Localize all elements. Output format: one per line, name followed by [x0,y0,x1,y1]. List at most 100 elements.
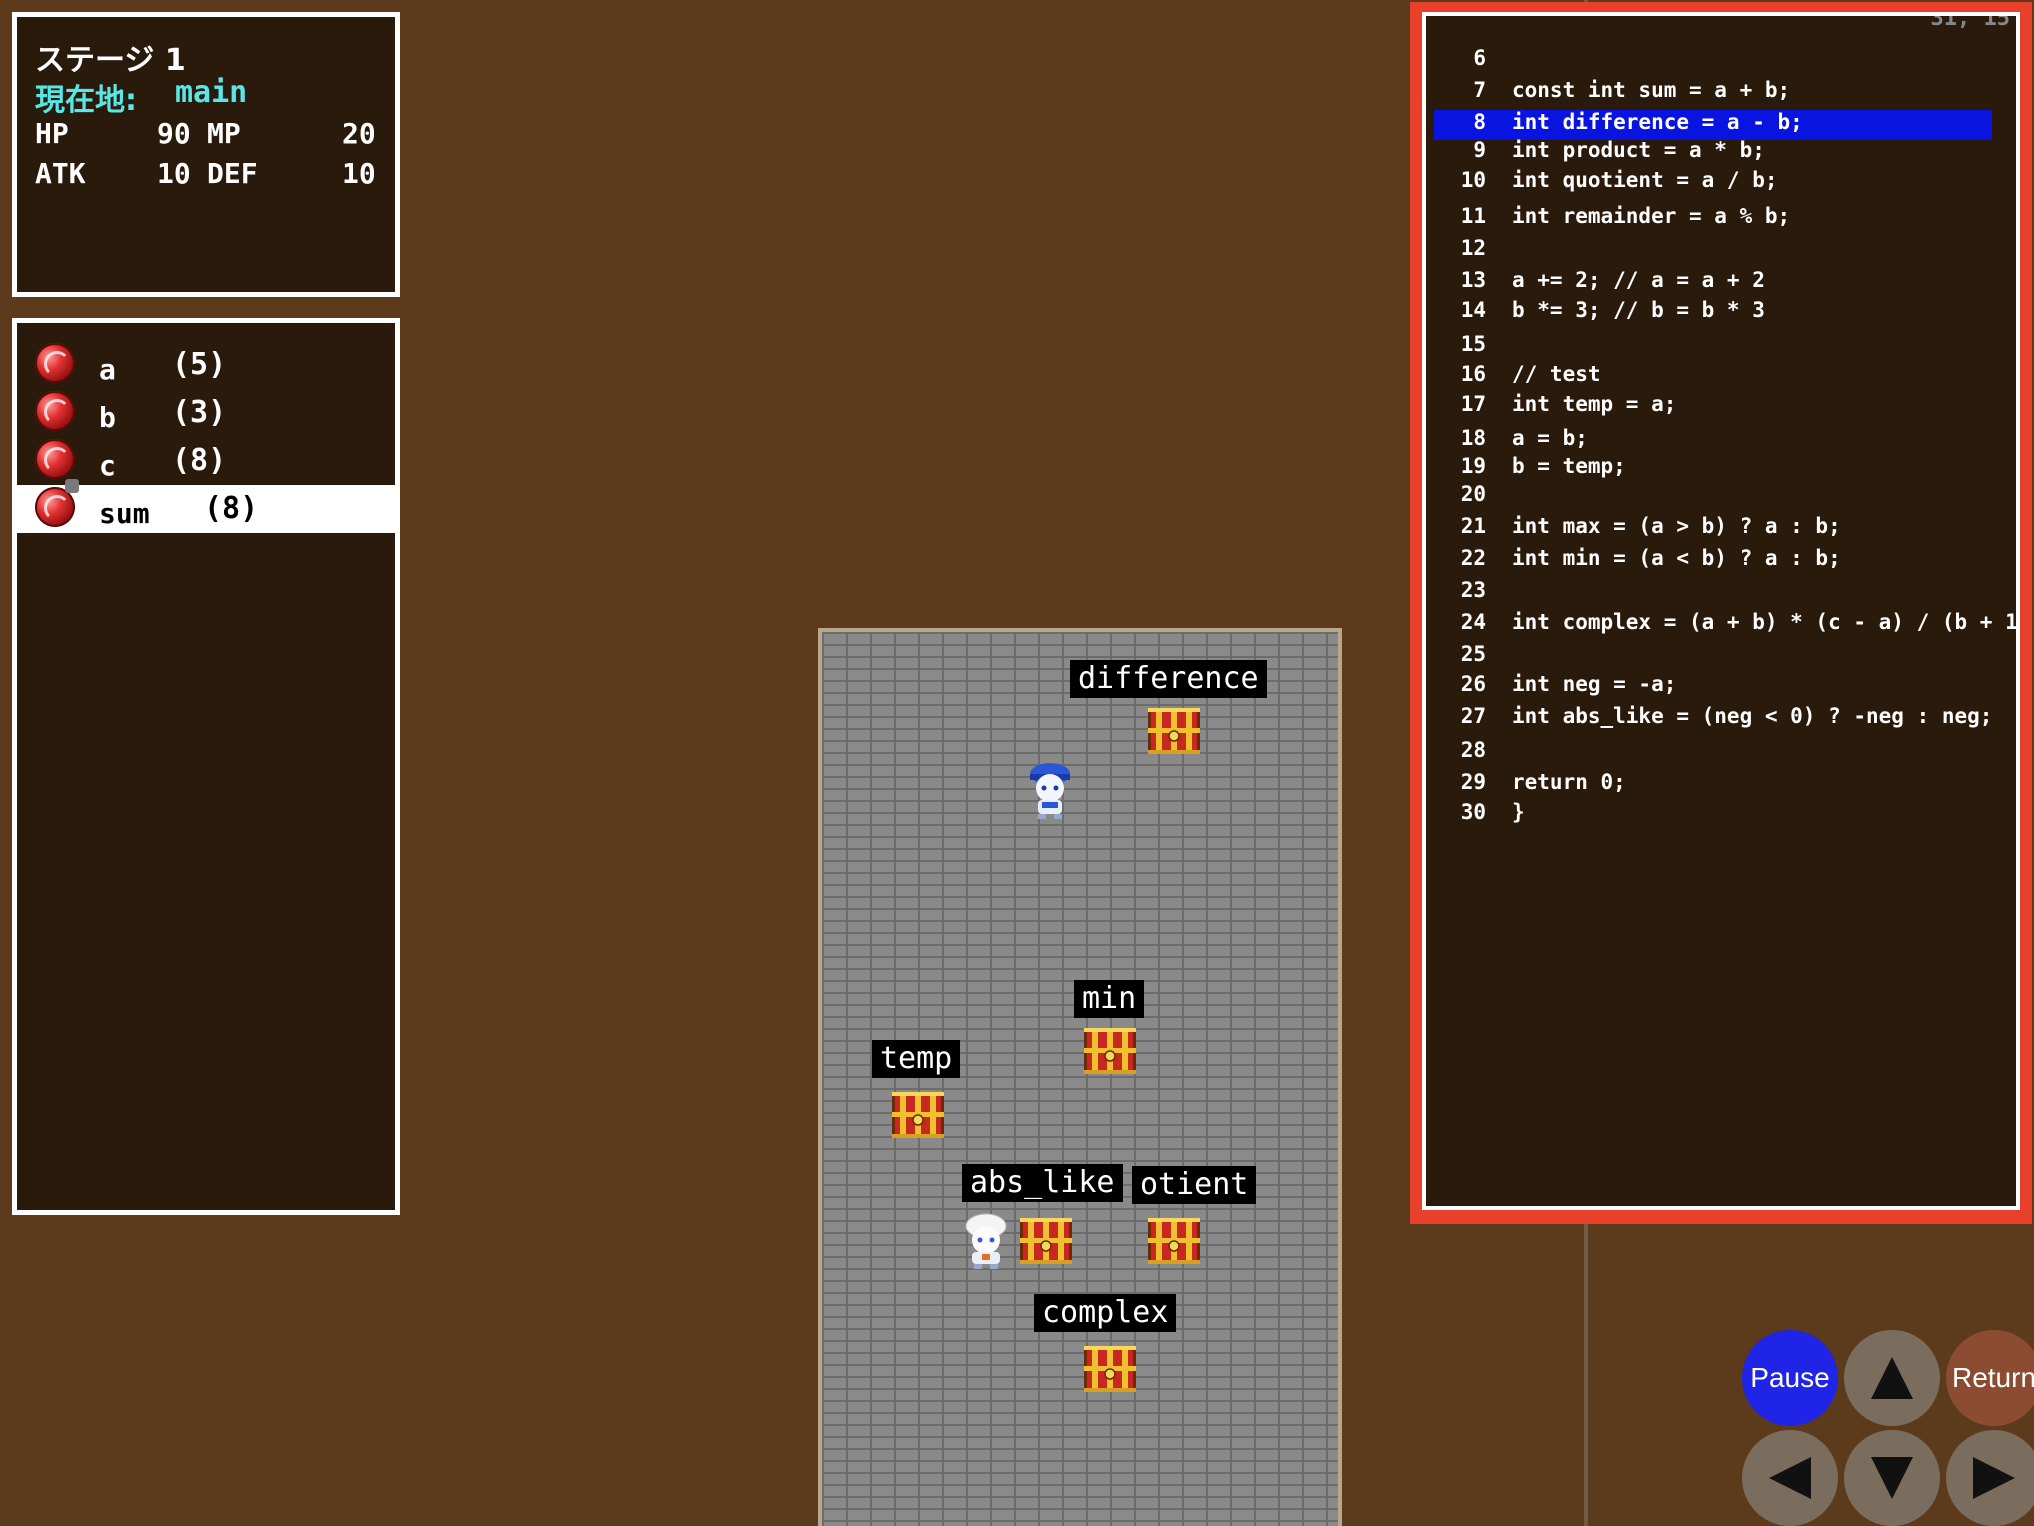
code-line: 10 int quotient = a / b; [1426,168,2016,198]
left-button[interactable] [1742,1430,1838,1526]
line-number: 26 [1460,672,1486,696]
treasure-chest-icon[interactable] [1146,702,1202,758]
code-line: 28 [1426,738,2016,768]
line-number: 20 [1460,482,1486,506]
variable-value: (5) [172,347,227,382]
variable-item-selected[interactable]: sum (8) [17,479,395,533]
pause-button[interactable]: Pause [1742,1330,1838,1426]
treasure-chest-icon[interactable] [1018,1212,1074,1268]
cursor-position: 31, 15 [1930,12,2010,31]
code-line: 13 a += 2; // a = a + 2 [1426,268,2016,298]
variable-item[interactable]: c (8) [17,437,395,485]
orb-icon [35,487,75,527]
variable-item[interactable]: b (3) [17,389,395,437]
chest-label: abs_like [962,1164,1123,1202]
line-number: 21 [1460,514,1486,538]
code-line: 25 [1426,642,2016,672]
line-number: 7 [1473,78,1486,102]
code-line: 6 [1426,46,2016,76]
stage-title: ステージ 1 [35,43,186,78]
line-source: int complex = (a + b) * (c - a) / (b + 1… [1512,610,2020,634]
right-arrow-icon [1973,1457,2015,1499]
code-line: 7 const int sum = a + b; [1426,78,2016,108]
down-button[interactable] [1844,1430,1940,1526]
line-source: } [1512,800,1525,824]
treasure-chest-icon[interactable] [890,1086,946,1142]
line-number: 22 [1460,546,1486,570]
code-line: 11 int remainder = a % b; [1426,204,2016,234]
line-source: const int sum = a + b; [1512,78,1791,102]
code-line: 9 int product = a * b; [1426,138,2016,168]
variable-name: c [99,449,116,482]
line-source: b = temp; [1512,454,1626,478]
code-line: 16 // test [1426,362,2016,392]
line-source: int difference = a - b; [1512,110,1803,134]
def-label: DEF [207,157,258,190]
chest-label: complex [1034,1294,1177,1332]
line-number: 29 [1460,770,1486,794]
variables-panel: a (5) b (3) c (8) sum (8) [12,318,400,1215]
chest-label: min [1074,980,1145,1018]
variable-value: (8) [204,491,259,526]
line-source: int remainder = a % b; [1512,204,1791,228]
orb-icon [35,391,75,431]
line-source: a = b; [1512,426,1588,450]
down-arrow-icon [1871,1457,1913,1499]
left-arrow-icon [1769,1457,1811,1499]
code-line: 17 int temp = a; [1426,392,2016,422]
code-line: 26 int neg = -a; [1426,672,2016,702]
line-number: 30 [1460,800,1486,824]
line-number: 17 [1460,392,1486,416]
line-number: 14 [1460,298,1486,322]
variable-item[interactable]: a (5) [17,341,395,389]
chest-label: difference [1070,660,1267,698]
code-line: 24 int complex = (a + b) * (c - a) / (b +… [1426,610,2020,640]
line-number: 13 [1460,268,1486,292]
mp-label: MP [207,117,241,150]
treasure-chest-icon[interactable] [1146,1212,1202,1268]
line-number: 9 [1473,138,1486,162]
location-label: 現在地: [35,83,137,118]
line-number: 12 [1460,236,1486,260]
chest-label: otient [1132,1166,1257,1204]
line-number: 27 [1460,704,1486,728]
line-source: a += 2; // a = a + 2 [1512,268,1765,292]
up-arrow-icon [1871,1357,1913,1399]
treasure-chest-icon[interactable] [1082,1022,1138,1078]
line-number: 28 [1460,738,1486,762]
line-number: 11 [1460,204,1486,228]
line-number: 18 [1460,426,1486,450]
line-number: 16 [1460,362,1486,386]
return-button[interactable]: Return [1946,1330,2034,1426]
right-button[interactable] [1946,1430,2034,1526]
code-line: 12 [1426,236,2016,266]
line-number: 23 [1460,578,1486,602]
code-line-current: 8 int difference = a - b; [1434,110,1992,140]
orb-icon [35,343,75,383]
line-source: return 0; [1512,770,1626,794]
line-number: 15 [1460,332,1486,356]
treasure-chest-icon[interactable] [1082,1340,1138,1396]
line-source: int neg = -a; [1512,672,1677,696]
line-source: int temp = a; [1512,392,1677,416]
variable-value: (3) [172,395,227,430]
line-number: 8 [1473,110,1486,134]
line-number: 6 [1473,46,1486,70]
line-number: 25 [1460,642,1486,666]
code-line: 23 [1426,578,2016,608]
mp-value: 20 [342,117,376,150]
line-number: 19 [1460,454,1486,478]
line-number: 10 [1460,168,1486,192]
up-button[interactable] [1844,1330,1940,1426]
code-line: 18 a = b; [1426,426,2016,456]
code-line: 14 b *= 3; // b = b * 3 [1426,298,2016,328]
player-character-icon [1022,760,1078,820]
def-value: 10 [342,157,376,190]
code-line: 29 return 0; [1426,770,2016,800]
line-source: int min = (a < b) ? a : b; [1512,546,1841,570]
code-line: 22 int min = (a < b) ? a : b; [1426,546,2016,576]
status-panel: ステージ 1 現在地: main HP 90 MP 20 ATK 10 DEF … [12,12,400,297]
code-panel: 31, 15 6 7 const int sum = a + b; 8 int diff… [1422,12,2020,1210]
code-line: 20 [1426,482,2016,512]
variable-name: sum [99,497,150,530]
